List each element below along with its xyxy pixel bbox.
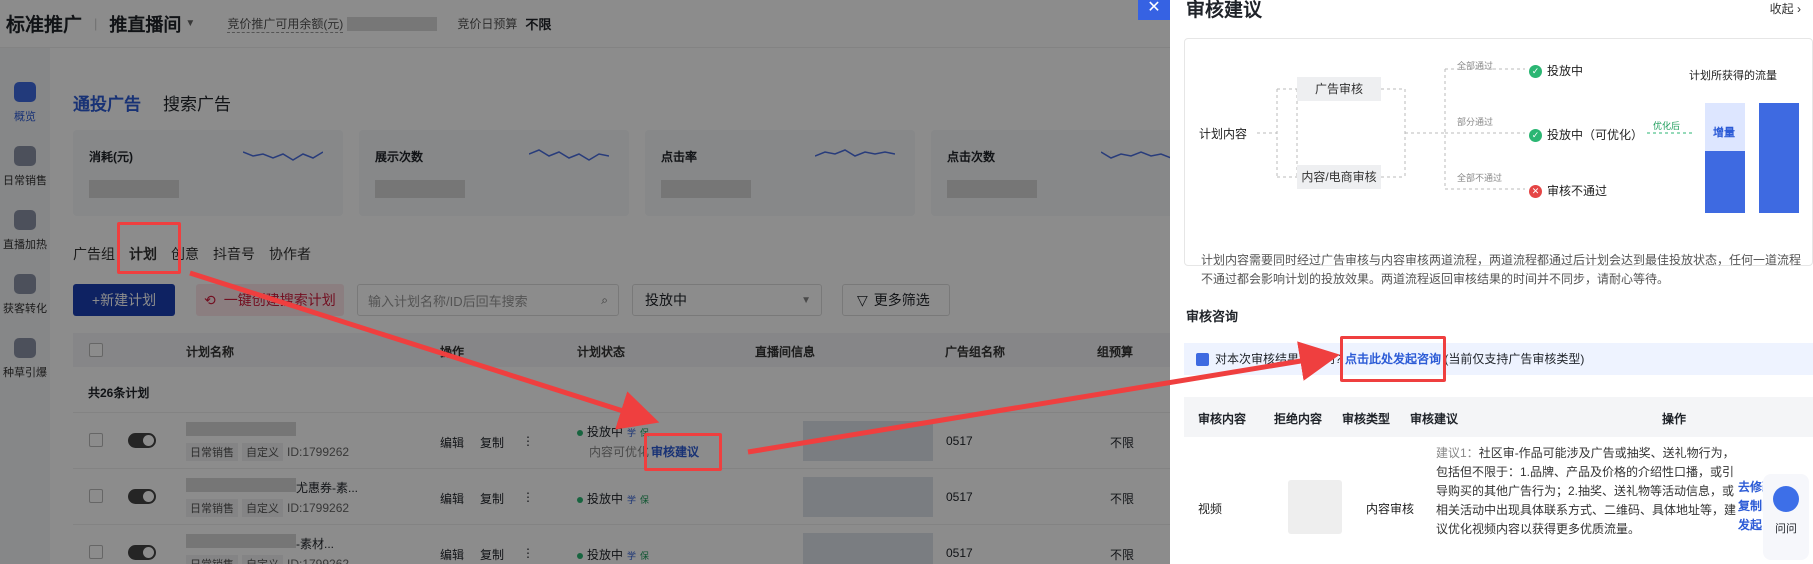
annotation-arrows <box>189 270 1340 455</box>
arrow-to-review-link <box>189 270 660 430</box>
screenshot-root: 标准推广 | 推直播间 ▼ 竞价推广可用余额(元) 竞价日预算 不限 概览 日常… <box>0 0 1813 564</box>
arrow-to-consult-link <box>747 341 1340 455</box>
